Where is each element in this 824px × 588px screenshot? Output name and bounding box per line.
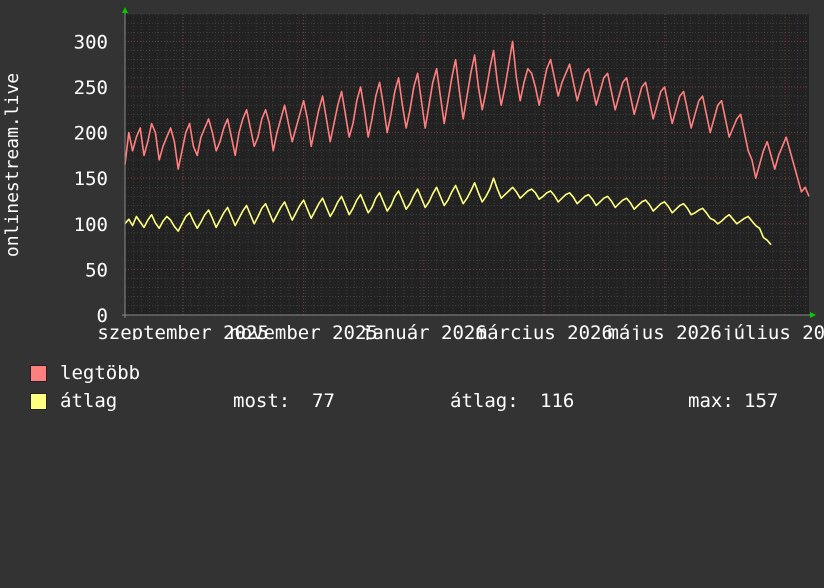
stat-current-label: most: xyxy=(233,390,291,412)
y-axis-arrow xyxy=(122,7,128,13)
legend-swatch-avg xyxy=(30,393,47,410)
y-tick-label: 250 xyxy=(74,77,108,99)
y-axis-label: onlinestream.live xyxy=(2,73,23,257)
y-tick-label: 100 xyxy=(74,214,108,236)
y-tick-label: 150 xyxy=(74,168,108,190)
y-tick-label: 300 xyxy=(74,31,108,53)
stat-current-value: 77 xyxy=(312,390,335,412)
x-axis: szeptember 2025november 2025január 2026m… xyxy=(97,322,824,340)
chart: 050100150200250300 szeptember 2025novemb… xyxy=(2,7,824,340)
legend-swatch-max xyxy=(30,365,47,382)
legend-item-avg: átlag most: 77 átlag: 116 max: 157 xyxy=(30,390,810,412)
stat-max-label: max: xyxy=(688,390,734,412)
x-tick-label: november 2025 xyxy=(229,322,378,340)
x-tick-label: március 2026 xyxy=(476,322,613,340)
stat-average-label: átlag: xyxy=(450,390,519,412)
legend-item-max: legtöbb xyxy=(30,362,140,384)
legend-label-avg: átlag xyxy=(60,390,118,412)
stat-max-value: 157 xyxy=(744,390,779,412)
y-axis: 050100150200250300 xyxy=(74,31,108,327)
x-tick-label: július 2026 xyxy=(722,322,824,340)
y-tick-label: 200 xyxy=(74,123,108,145)
x-tick-label: május 2026 xyxy=(607,322,721,340)
x-tick-label: január 2026 xyxy=(361,322,487,340)
stat-average-value: 116 xyxy=(540,390,575,412)
y-tick-label: 50 xyxy=(85,259,108,281)
x-axis-arrow xyxy=(810,312,816,318)
legend-label-max: legtöbb xyxy=(60,362,141,384)
